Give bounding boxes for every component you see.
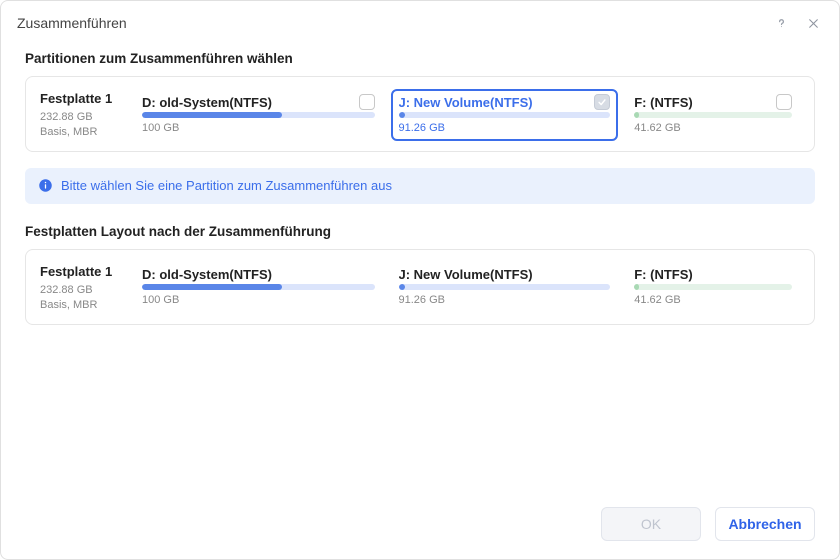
usage-bar	[142, 284, 375, 290]
partition-list-layout: D: old-System(NTFS) 100 GB J: New Volume(N…	[134, 262, 800, 314]
partition-checkbox[interactable]	[359, 94, 375, 110]
partition-label: F: (NTFS)	[634, 95, 770, 110]
partition-item[interactable]: D: old-System(NTFS) 100 GB	[134, 89, 383, 141]
disk-info: Festplatte 1 232.88 GB Basis, MBR	[40, 262, 134, 314]
close-icon[interactable]	[803, 13, 823, 33]
usage-bar-fill	[399, 112, 405, 118]
disk-scheme: Basis, MBR	[40, 298, 134, 313]
partition-checkbox[interactable]	[776, 94, 792, 110]
usage-bar-fill	[634, 284, 639, 290]
usage-bar	[634, 112, 792, 118]
partition-size: 41.62 GB	[634, 122, 792, 134]
partition-header: J: New Volume(NTFS)	[399, 94, 611, 110]
dialog-window: Zusammenführen Partitionen zum Zusammenf…	[0, 0, 840, 560]
usage-bar	[634, 284, 792, 290]
info-icon	[37, 178, 53, 194]
info-banner: Bitte wählen Sie eine Partition zum Zusa…	[25, 168, 815, 204]
partition-label: J: New Volume(NTFS)	[399, 95, 589, 110]
window-title: Zusammenführen	[17, 15, 759, 31]
partition-size: 91.26 GB	[399, 122, 611, 134]
usage-bar-fill	[142, 284, 282, 290]
partition-item: D: old-System(NTFS) 100 GB	[134, 262, 383, 314]
dialog-footer: OK Abbrechen	[1, 493, 839, 559]
partition-item[interactable]: F: (NTFS) 41.62 GB	[626, 89, 800, 141]
usage-bar-fill	[634, 112, 639, 118]
disk-name: Festplatte 1	[40, 91, 134, 106]
partition-label: D: old-System(NTFS)	[142, 267, 375, 282]
partition-item: J: New Volume(NTFS) 91.26 GB	[391, 262, 619, 314]
partition-size: 100 GB	[142, 294, 375, 306]
usage-bar	[142, 112, 375, 118]
dialog-content: Partitionen zum Zusammenführen wählen Fe…	[1, 43, 839, 493]
partition-header: D: old-System(NTFS)	[142, 94, 375, 110]
partition-header: F: (NTFS)	[634, 94, 792, 110]
help-icon[interactable]	[771, 13, 791, 33]
disk-info: Festplatte 1 232.88 GB Basis, MBR	[40, 89, 134, 141]
disk-size: 232.88 GB	[40, 283, 134, 298]
partition-header: J: New Volume(NTFS)	[399, 267, 611, 282]
cancel-button[interactable]: Abbrechen	[715, 507, 815, 541]
usage-bar	[399, 284, 611, 290]
select-section-title: Partitionen zum Zusammenführen wählen	[25, 51, 815, 66]
usage-bar-fill	[399, 284, 405, 290]
titlebar: Zusammenführen	[1, 1, 839, 43]
usage-bar-fill	[142, 112, 282, 118]
disk-scheme: Basis, MBR	[40, 125, 134, 140]
disk-card-layout: Festplatte 1 232.88 GB Basis, MBR D: old…	[25, 249, 815, 325]
partition-size: 100 GB	[142, 122, 375, 134]
partition-header: F: (NTFS)	[634, 267, 792, 282]
partition-item: F: (NTFS) 41.62 GB	[626, 262, 800, 314]
disk-card-select: Festplatte 1 232.88 GB Basis, MBR D: old…	[25, 76, 815, 152]
partition-checkbox[interactable]	[594, 94, 610, 110]
partition-size: 91.26 GB	[399, 294, 611, 306]
partition-size: 41.62 GB	[634, 294, 792, 306]
partition-label: J: New Volume(NTFS)	[399, 267, 611, 282]
layout-section-title: Festplatten Layout nach der Zusammenführ…	[25, 224, 815, 239]
info-banner-text: Bitte wählen Sie eine Partition zum Zusa…	[61, 178, 392, 193]
partition-label: D: old-System(NTFS)	[142, 95, 353, 110]
partition-label: F: (NTFS)	[634, 267, 792, 282]
usage-bar	[399, 112, 611, 118]
disk-name: Festplatte 1	[40, 264, 134, 279]
disk-size: 232.88 GB	[40, 110, 134, 125]
ok-button[interactable]: OK	[601, 507, 701, 541]
partition-header: D: old-System(NTFS)	[142, 267, 375, 282]
partition-item[interactable]: J: New Volume(NTFS) 91.26 GB	[391, 89, 619, 141]
partition-list-select: D: old-System(NTFS) 100 GB J: New Volume(N…	[134, 89, 800, 141]
